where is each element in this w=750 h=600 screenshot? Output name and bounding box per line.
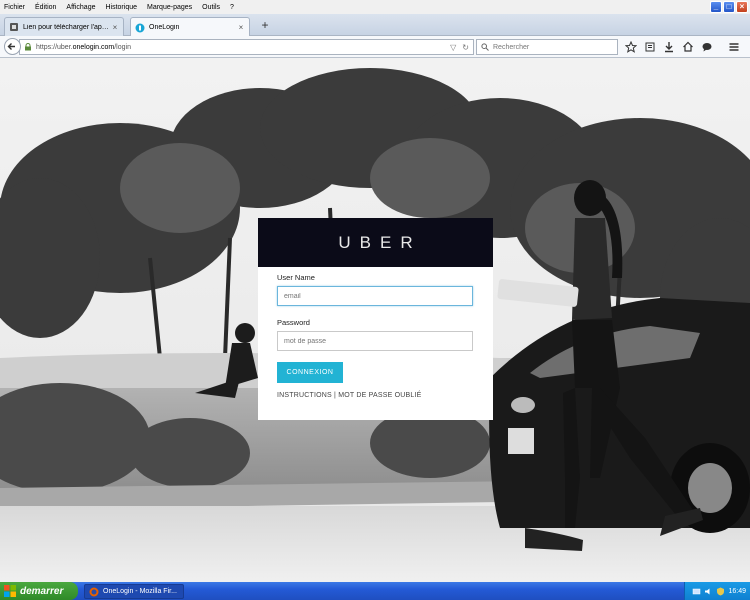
menu-bookmarks[interactable]: Marque-pages [147,4,192,11]
start-label: demarrer [20,585,64,597]
login-header: UBER [258,218,493,267]
tab-title: OneLogin [149,24,180,31]
bookmark-star-icon[interactable] [624,40,638,54]
back-arrow-icon [7,43,15,50]
username-input[interactable] [277,286,473,306]
tab-strip: Lien pour télécharger l'applica... × One… [0,14,750,37]
username-label: User Name [277,273,315,282]
dropdown-icon[interactable]: ▽ [450,43,456,52]
lock-icon [25,43,31,51]
url-bar[interactable]: https://uber.onelogin.com/login ▽ ↻ [19,39,474,55]
menu-edit[interactable]: Édition [35,4,56,11]
close-tab-icon[interactable]: × [111,23,119,32]
shield-icon[interactable] [716,587,725,596]
taskbar-window-firefox[interactable]: OneLogin - Mozilla Fir... [84,584,184,599]
menu-tools[interactable]: Outils [202,4,220,11]
menu-bar: Fichier Édition Affichage Historique Mar… [0,0,750,14]
window-controls: _ □ × [710,1,748,13]
help-links[interactable]: INSTRUCTIONS | MOT DE PASSE OUBLIÉ [277,392,422,399]
navigation-bar: https://uber.onelogin.com/login ▽ ↻ Rech… [0,36,750,58]
minimize-button[interactable]: _ [710,1,722,13]
download-page-icon [10,23,18,31]
close-window-button[interactable]: × [736,1,748,13]
chat-icon[interactable] [700,40,714,54]
page-content: UBER User Name Password CONNEXION INSTRU… [0,58,750,582]
volume-icon[interactable] [704,587,713,596]
onelogin-icon [135,23,145,32]
password-input[interactable] [277,331,473,351]
windows-flag-icon [4,585,16,597]
menu-view[interactable]: Affichage [66,4,95,11]
reload-icon[interactable]: ↻ [462,43,469,52]
search-icon [481,43,489,51]
close-tab-icon[interactable]: × [237,23,245,32]
network-icon[interactable] [692,587,701,596]
password-label: Password [277,318,310,327]
uber-logo: UBER [338,232,422,252]
download-icon[interactable] [662,40,676,54]
new-tab-button[interactable]: + [258,18,272,32]
maximize-button[interactable]: □ [723,1,735,13]
home-icon[interactable] [681,40,695,54]
taskbar-window-title: OneLogin - Mozilla Fir... [103,588,177,595]
menu-history[interactable]: Historique [105,4,137,11]
reading-list-icon[interactable] [643,40,657,54]
url-text: https://uber.onelogin.com/login [36,43,131,51]
menu-help[interactable]: ? [230,4,234,11]
search-input[interactable]: Rechercher [476,39,618,55]
back-button[interactable] [4,38,21,55]
taskbar: demarrer OneLogin - Mozilla Fir... 16:49 [0,582,750,600]
system-tray: 16:49 [684,582,750,600]
tab-title: Lien pour télécharger l'applica... [23,23,111,31]
menu-hamburger-icon[interactable] [727,40,741,54]
login-card: UBER User Name Password CONNEXION INSTRU… [258,218,493,420]
menu-file[interactable]: Fichier [4,4,25,11]
tab-download-link[interactable]: Lien pour télécharger l'applica... × [4,17,124,36]
start-button[interactable]: demarrer [0,582,78,600]
clock: 16:49 [728,587,746,595]
connexion-button[interactable]: CONNEXION [277,362,343,383]
search-placeholder: Rechercher [493,43,530,51]
tab-onelogin[interactable]: OneLogin × [130,17,250,37]
firefox-icon [89,587,99,596]
